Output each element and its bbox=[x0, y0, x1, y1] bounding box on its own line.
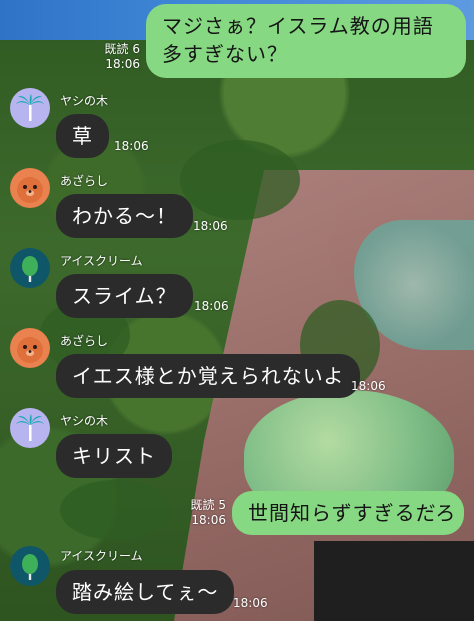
outgoing-message-bubble[interactable]: マジさぁ？イスラム教の用語多すぎない？ bbox=[146, 4, 466, 78]
ice-cream-icon bbox=[22, 554, 38, 580]
incoming-message-bubble[interactable]: スライム？ bbox=[56, 274, 193, 318]
timestamp: 18:06 bbox=[105, 57, 140, 71]
read-receipt: 既読 5 bbox=[190, 498, 226, 512]
avatar[interactable] bbox=[10, 88, 50, 128]
timestamp: 18:06 bbox=[233, 596, 268, 610]
sender-name: あざらし bbox=[60, 334, 109, 348]
incoming-message-bubble[interactable]: 草 bbox=[56, 114, 109, 158]
message-meta: 既読 6 18:06 bbox=[96, 42, 140, 72]
outgoing-message-bubble[interactable]: 世間知らずすぎるだろ bbox=[232, 491, 464, 535]
incoming-message-bubble[interactable]: イエス様とか覚えられないよ bbox=[56, 354, 361, 398]
palm-tree-icon bbox=[16, 94, 44, 121]
message-meta: 既読 5 18:06 bbox=[180, 498, 226, 528]
timestamp: 18:06 bbox=[114, 139, 149, 153]
seal-icon bbox=[17, 337, 43, 363]
sender-name: アイスクリーム bbox=[60, 549, 143, 563]
sender-name: あざらし bbox=[60, 174, 109, 188]
avatar[interactable] bbox=[10, 408, 50, 448]
sender-name: ヤシの木 bbox=[60, 94, 109, 108]
timestamp: 18:06 bbox=[194, 299, 229, 313]
seal-icon bbox=[17, 177, 43, 203]
timestamp: 18:06 bbox=[351, 379, 386, 393]
avatar[interactable] bbox=[10, 168, 50, 208]
sender-name: アイスクリーム bbox=[60, 254, 143, 268]
incoming-message-bubble[interactable]: 踏み絵してぇ〜 bbox=[56, 570, 235, 614]
palm-tree-icon bbox=[16, 414, 44, 441]
incoming-message-bubble[interactable]: わかる〜！ bbox=[56, 194, 193, 238]
timestamp: 18:06 bbox=[191, 513, 226, 527]
incoming-message-bubble[interactable]: キリスト bbox=[56, 434, 172, 478]
timestamp: 18:06 bbox=[193, 219, 228, 233]
avatar[interactable] bbox=[10, 546, 50, 586]
chat-thread: 既読 6 18:06 マジさぁ？イスラム教の用語多すぎない？ ヤシの木 草 18… bbox=[0, 0, 474, 621]
ice-cream-icon bbox=[22, 256, 38, 282]
avatar[interactable] bbox=[10, 328, 50, 368]
sender-name: ヤシの木 bbox=[60, 414, 109, 428]
read-receipt: 既読 6 bbox=[104, 42, 140, 56]
avatar[interactable] bbox=[10, 248, 50, 288]
